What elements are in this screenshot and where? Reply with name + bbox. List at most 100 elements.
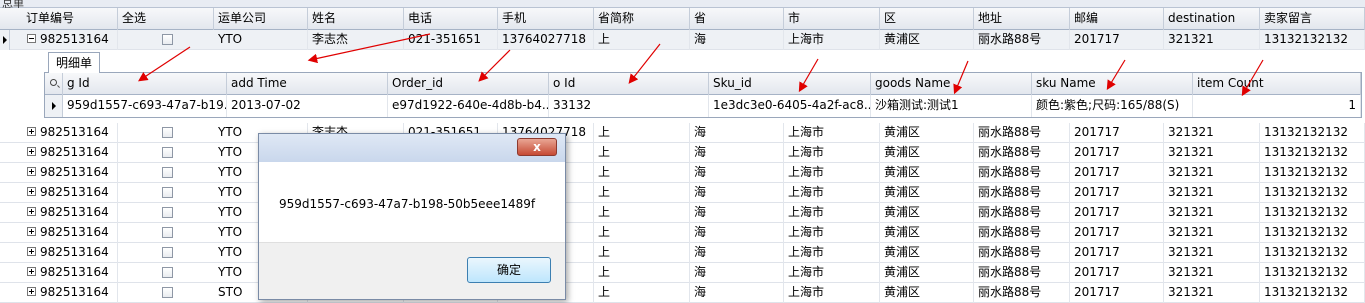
column-header[interactable]: 订单编号 xyxy=(22,8,118,30)
expand-icon[interactable] xyxy=(27,147,36,156)
table-cell: 13132132132 xyxy=(1260,183,1365,203)
select-checkbox[interactable] xyxy=(162,127,173,138)
table-cell: 黄浦区 xyxy=(880,123,974,143)
table-cell: 13132132132 xyxy=(1260,123,1365,143)
table-cell: 201717 xyxy=(1070,263,1164,283)
select-checkbox[interactable] xyxy=(162,267,173,278)
column-header[interactable]: 省简称 xyxy=(594,8,690,30)
column-header[interactable]: 省 xyxy=(690,8,784,30)
dialog-body: 959d1557-c693-47a7-b198-50b5eee1489f xyxy=(259,162,565,242)
expand-icon[interactable] xyxy=(27,227,36,236)
select-checkbox[interactable] xyxy=(162,207,173,218)
column-header[interactable]: 电话 xyxy=(404,8,498,30)
column-header[interactable]: 卖家留言 xyxy=(1260,8,1365,30)
detail-row[interactable]: 959d1557-c693-47a7-b19... 2013-07-02 e97d1… xyxy=(45,95,1361,117)
table-cell: 201717 xyxy=(1070,243,1164,263)
table-cell: 982513164 xyxy=(36,30,118,50)
table-cell: 982513164 xyxy=(36,183,118,203)
table-cell: 982513164 xyxy=(36,223,118,243)
table-row[interactable]: 982513164YTO18上海上海市黄浦区丽水路88号201717321321… xyxy=(0,243,1365,263)
table-cell: 丽水路88号 xyxy=(974,243,1070,263)
table-cell: 黄浦区 xyxy=(880,263,974,283)
column-header[interactable]: 运单公司 xyxy=(214,8,308,30)
expand-icon[interactable] xyxy=(27,167,36,176)
detail-column-header[interactable]: o Id xyxy=(549,73,709,95)
detail-cell: 沙箱测试:测试1 xyxy=(871,95,1032,117)
parent-panel-strip: 总单 xyxy=(0,0,1365,10)
table-row[interactable]: 982513164YTO18上海上海市黄浦区丽水路88号201717321321… xyxy=(0,263,1365,283)
close-button[interactable]: x xyxy=(517,138,557,156)
detail-column-header[interactable]: item Count xyxy=(1193,73,1361,95)
column-header[interactable]: 邮编 xyxy=(1070,8,1164,30)
select-checkbox[interactable] xyxy=(162,187,173,198)
table-cell: 上海市 xyxy=(784,243,880,263)
table-cell: 上海市 xyxy=(784,163,880,183)
message-dialog: x 959d1557-c693-47a7-b198-50b5eee1489f 确… xyxy=(258,133,566,300)
table-cell: 黄浦区 xyxy=(880,223,974,243)
table-cell: 201717 xyxy=(1070,163,1164,183)
table-row[interactable]: 982513164YTO18上海上海市黄浦区丽水路88号201717321321… xyxy=(0,203,1365,223)
collapse-icon[interactable] xyxy=(27,34,36,43)
table-cell: 黄浦区 xyxy=(880,283,974,303)
table-row[interactable]: 982513164YTO18上海上海市黄浦区丽水路88号201717321321… xyxy=(0,183,1365,203)
detail-column-header[interactable]: Sku_id xyxy=(709,73,871,95)
table-cell: 982513164 xyxy=(36,123,118,143)
column-header[interactable]: destination xyxy=(1164,8,1260,30)
table-cell: 上 xyxy=(594,243,690,263)
table-row[interactable]: 982513164YTO18上海上海市黄浦区丽水路88号201717321321… xyxy=(0,163,1365,183)
table-cell: 201717 xyxy=(1070,203,1164,223)
table-row[interactable]: 982513164YTO18上海上海市黄浦区丽水路88号201717321321… xyxy=(0,143,1365,163)
select-checkbox[interactable] xyxy=(162,287,173,298)
table-cell: 海 xyxy=(690,223,784,243)
ok-button[interactable]: 确定 xyxy=(467,257,551,283)
select-checkbox[interactable] xyxy=(162,34,173,45)
table-row[interactable]: 982513164 YTO 李志杰 021-351651 13764027718 上海上海… xyxy=(0,123,1365,143)
expand-icon[interactable] xyxy=(27,267,36,276)
table-cell: 13132132132 xyxy=(1260,243,1365,263)
detail-grid-header: g Id add Time Order_id o Id Sku_id goods Name… xyxy=(45,73,1361,95)
table-cell: 上海市 xyxy=(784,203,880,223)
detail-grid: g Id add Time Order_id o Id Sku_id goods Name… xyxy=(44,72,1362,118)
select-checkbox[interactable] xyxy=(162,227,173,238)
row-indicator xyxy=(0,30,10,50)
table-cell: 丽水路88号 xyxy=(974,263,1070,283)
table-row[interactable]: 982513164STO18上海上海市黄浦区丽水路88号201717321321… xyxy=(0,283,1365,303)
search-icon[interactable] xyxy=(45,73,63,95)
table-cell: 黄浦区 xyxy=(880,243,974,263)
table-cell: 上海市 xyxy=(784,143,880,163)
expand-icon[interactable] xyxy=(27,247,36,256)
table-cell: 上海市 xyxy=(784,263,880,283)
table-row[interactable]: 982513164YTO18上海上海市黄浦区丽水路88号201717321321… xyxy=(0,223,1365,243)
detail-cell: 1 xyxy=(1193,95,1361,117)
table-cell: 黄浦区 xyxy=(880,203,974,223)
table-cell: 海 xyxy=(690,283,784,303)
table-row[interactable]: 982513164 YTO 李志杰 021-351651 13764027718 上海上海… xyxy=(0,30,1365,50)
column-header[interactable]: 区 xyxy=(880,8,974,30)
column-header[interactable]: 姓名 xyxy=(308,8,404,30)
detail-column-header[interactable]: g Id xyxy=(63,73,227,95)
column-header[interactable]: 手机 xyxy=(498,8,594,30)
column-header[interactable]: 全选 xyxy=(118,8,214,30)
table-cell: 982513164 xyxy=(36,243,118,263)
detail-column-header[interactable]: Order_id xyxy=(388,73,549,95)
select-checkbox[interactable] xyxy=(162,247,173,258)
table-cell: 13132132132 xyxy=(1260,203,1365,223)
table-cell: 上 xyxy=(594,183,690,203)
detail-column-header[interactable]: goods Name xyxy=(871,73,1032,95)
expand-icon[interactable] xyxy=(27,287,36,296)
detail-column-header[interactable]: add Time xyxy=(227,73,388,95)
table-cell: 321321 xyxy=(1164,143,1260,163)
select-checkbox[interactable] xyxy=(162,147,173,158)
column-header[interactable]: 地址 xyxy=(974,8,1070,30)
detail-cell: 2013-07-02 xyxy=(227,95,388,117)
expand-icon[interactable] xyxy=(27,207,36,216)
table-cell: 13764027718 xyxy=(498,30,594,50)
detail-column-header[interactable]: sku Name xyxy=(1032,73,1193,95)
column-header[interactable]: 市 xyxy=(784,8,880,30)
tab-detail-list[interactable]: 明细单 xyxy=(48,52,100,73)
expand-icon[interactable] xyxy=(27,127,36,136)
expand-icon[interactable] xyxy=(27,187,36,196)
table-cell: 海 xyxy=(690,30,784,50)
table-cell: 上 xyxy=(594,203,690,223)
select-checkbox[interactable] xyxy=(162,167,173,178)
